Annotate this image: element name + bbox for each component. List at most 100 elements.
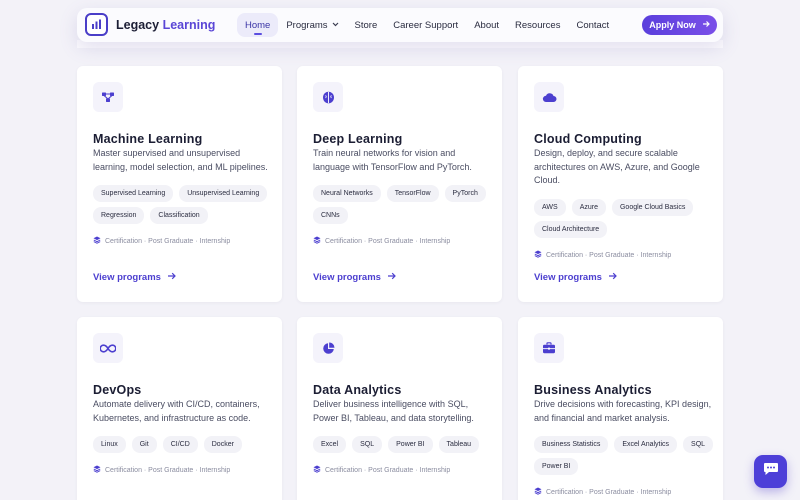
nav-programs-label: Programs [286, 19, 328, 31]
card-description: Drive decisions with forecasting, KPI de… [534, 399, 712, 423]
meta-text: Certification · Post Graduate · Internsh… [105, 466, 231, 474]
tag-chip[interactable]: Linux [93, 436, 126, 453]
site-header: Legacy Learning Home Programs Store Care… [77, 8, 723, 42]
arrow-right-icon [702, 20, 710, 30]
nav-home[interactable]: Home [237, 13, 279, 37]
layers-icon [534, 487, 542, 497]
tag-chip[interactable]: Docker [203, 436, 242, 453]
program-meta: Certification · Post Graduate · Internsh… [93, 465, 230, 475]
tag-chip[interactable]: Excel [313, 436, 347, 453]
tag-chip[interactable]: SQL [352, 436, 383, 453]
program-card-cloud-computing[interactable]: Cloud Computing Design, deploy, and secu… [518, 66, 723, 302]
tag-list: Supervised Learning Unsupervised Learnin… [93, 185, 273, 224]
cloud-icon [534, 82, 564, 112]
view-programs-link[interactable]: View programs [93, 272, 176, 283]
program-card-deep-learning[interactable]: Deep Learning Train neural networks for … [297, 66, 502, 302]
nav-store-label: Store [354, 19, 378, 31]
tag-chip[interactable]: Azure [571, 199, 606, 216]
nav-career-support[interactable]: Career Support [385, 13, 466, 37]
pie-chart-icon [313, 333, 343, 363]
tag-chip[interactable]: CI/CD [162, 436, 198, 453]
program-card-data-analytics[interactable]: Data Analytics Deliver business intellig… [297, 317, 502, 500]
program-meta: Certification · Post Graduate · Internsh… [534, 250, 671, 260]
arrow-right-icon [167, 272, 176, 283]
layers-icon [313, 465, 321, 475]
nav-contact-label: Contact [576, 19, 610, 31]
meta-text: Certification · Post Graduate · Internsh… [325, 237, 451, 245]
nav-career-support-label: Career Support [393, 19, 459, 31]
layers-icon [93, 465, 101, 475]
card-description: Deliver business intelligence with SQL, … [313, 399, 474, 423]
tag-list: AWS Azure Google Cloud Basics Cloud Arch… [534, 199, 714, 238]
nav-about[interactable]: About [466, 13, 507, 37]
card-title: Machine Learning [93, 132, 203, 146]
meta-text: Certification · Post Graduate · Internsh… [325, 466, 451, 474]
tag-chip[interactable]: Tableau [438, 436, 480, 453]
tag-chip[interactable]: Power BI [534, 458, 579, 475]
tag-chip[interactable]: Regression [93, 207, 145, 224]
nav-programs[interactable]: Programs [278, 13, 346, 37]
view-programs-label: View programs [534, 272, 602, 283]
main-nav: Home Programs Store Career Support About… [237, 13, 617, 37]
layers-icon [93, 236, 101, 246]
tag-chip[interactable]: Excel Analytics [614, 436, 678, 453]
page: Legacy Learning Home Programs Store Care… [0, 0, 800, 500]
tag-chip[interactable]: Cloud Architecture [534, 221, 608, 238]
view-programs-label: View programs [313, 272, 381, 283]
tag-chip[interactable]: CNNs [313, 207, 348, 224]
view-programs-link[interactable]: View programs [313, 272, 396, 283]
tag-chip[interactable]: SQL [683, 436, 714, 453]
program-card-machine-learning[interactable]: Machine Learning Master supervised and u… [77, 66, 282, 302]
nav-contact[interactable]: Contact [568, 13, 617, 37]
logo-accent: Learning [162, 17, 216, 32]
chat-bubble-icon [763, 462, 779, 481]
program-meta: Certification · Post Graduate · Internsh… [313, 236, 450, 246]
tag-chip[interactable]: Supervised Learning [93, 185, 174, 202]
tag-chip[interactable]: PyTorch [444, 185, 486, 202]
card-title: Data Analytics [313, 383, 402, 397]
apply-now-label: Apply Now [649, 20, 696, 30]
tag-chip[interactable]: Classification [150, 207, 208, 224]
briefcase-icon [534, 333, 564, 363]
arrow-right-icon [387, 272, 396, 283]
tag-list: Linux Git CI/CD Docker [93, 436, 273, 453]
view-programs-label: View programs [93, 272, 161, 283]
chat-widget-button[interactable] [754, 455, 787, 488]
nav-resources-label: Resources [515, 19, 561, 31]
meta-text: Certification · Post Graduate · Internsh… [546, 488, 672, 496]
tag-chip[interactable]: Power BI [388, 436, 433, 453]
program-meta: Certification · Post Graduate · Internsh… [313, 465, 450, 475]
tag-chip[interactable]: Google Cloud Basics [611, 199, 694, 216]
layers-icon [534, 250, 542, 260]
meta-text: Certification · Post Graduate · Internsh… [105, 237, 231, 245]
tag-list: Excel SQL Power BI Tableau [313, 436, 493, 453]
program-card-devops[interactable]: DevOps Automate delivery with CI/CD, con… [77, 317, 282, 500]
layers-icon [313, 236, 321, 246]
tag-chip[interactable]: Neural Networks [313, 185, 381, 202]
card-description: Automate delivery with CI/CD, containers… [93, 399, 260, 423]
logo-icon [85, 13, 108, 36]
card-title: DevOps [93, 383, 142, 397]
logo[interactable]: Legacy Learning [85, 13, 215, 36]
tag-chip[interactable]: Business Statistics [534, 436, 609, 453]
tag-list: Business Statistics Excel Analytics SQL … [534, 436, 714, 475]
logo-text: Legacy Learning [116, 18, 215, 32]
network-nodes-icon [93, 82, 123, 112]
card-title: Business Analytics [534, 383, 652, 397]
tag-chip[interactable]: AWS [534, 199, 566, 216]
infinity-icon [93, 333, 123, 363]
nav-store[interactable]: Store [347, 13, 386, 37]
tag-chip[interactable]: Git [131, 436, 157, 453]
nav-resources[interactable]: Resources [507, 13, 568, 37]
program-card-business-analytics[interactable]: Business Analytics Drive decisions with … [518, 317, 723, 500]
logo-primary: Legacy [116, 17, 160, 32]
view-programs-link[interactable]: View programs [534, 272, 617, 283]
nav-home-label: Home [245, 19, 271, 31]
program-meta: Certification · Post Graduate · Internsh… [534, 487, 671, 497]
meta-text: Certification · Post Graduate · Internsh… [546, 251, 672, 259]
chevron-down-icon [332, 22, 339, 29]
arrow-right-icon [608, 272, 617, 283]
tag-chip[interactable]: Unsupervised Learning [179, 185, 268, 202]
tag-chip[interactable]: TensorFlow [386, 185, 439, 202]
apply-now-button[interactable]: Apply Now [642, 15, 717, 35]
